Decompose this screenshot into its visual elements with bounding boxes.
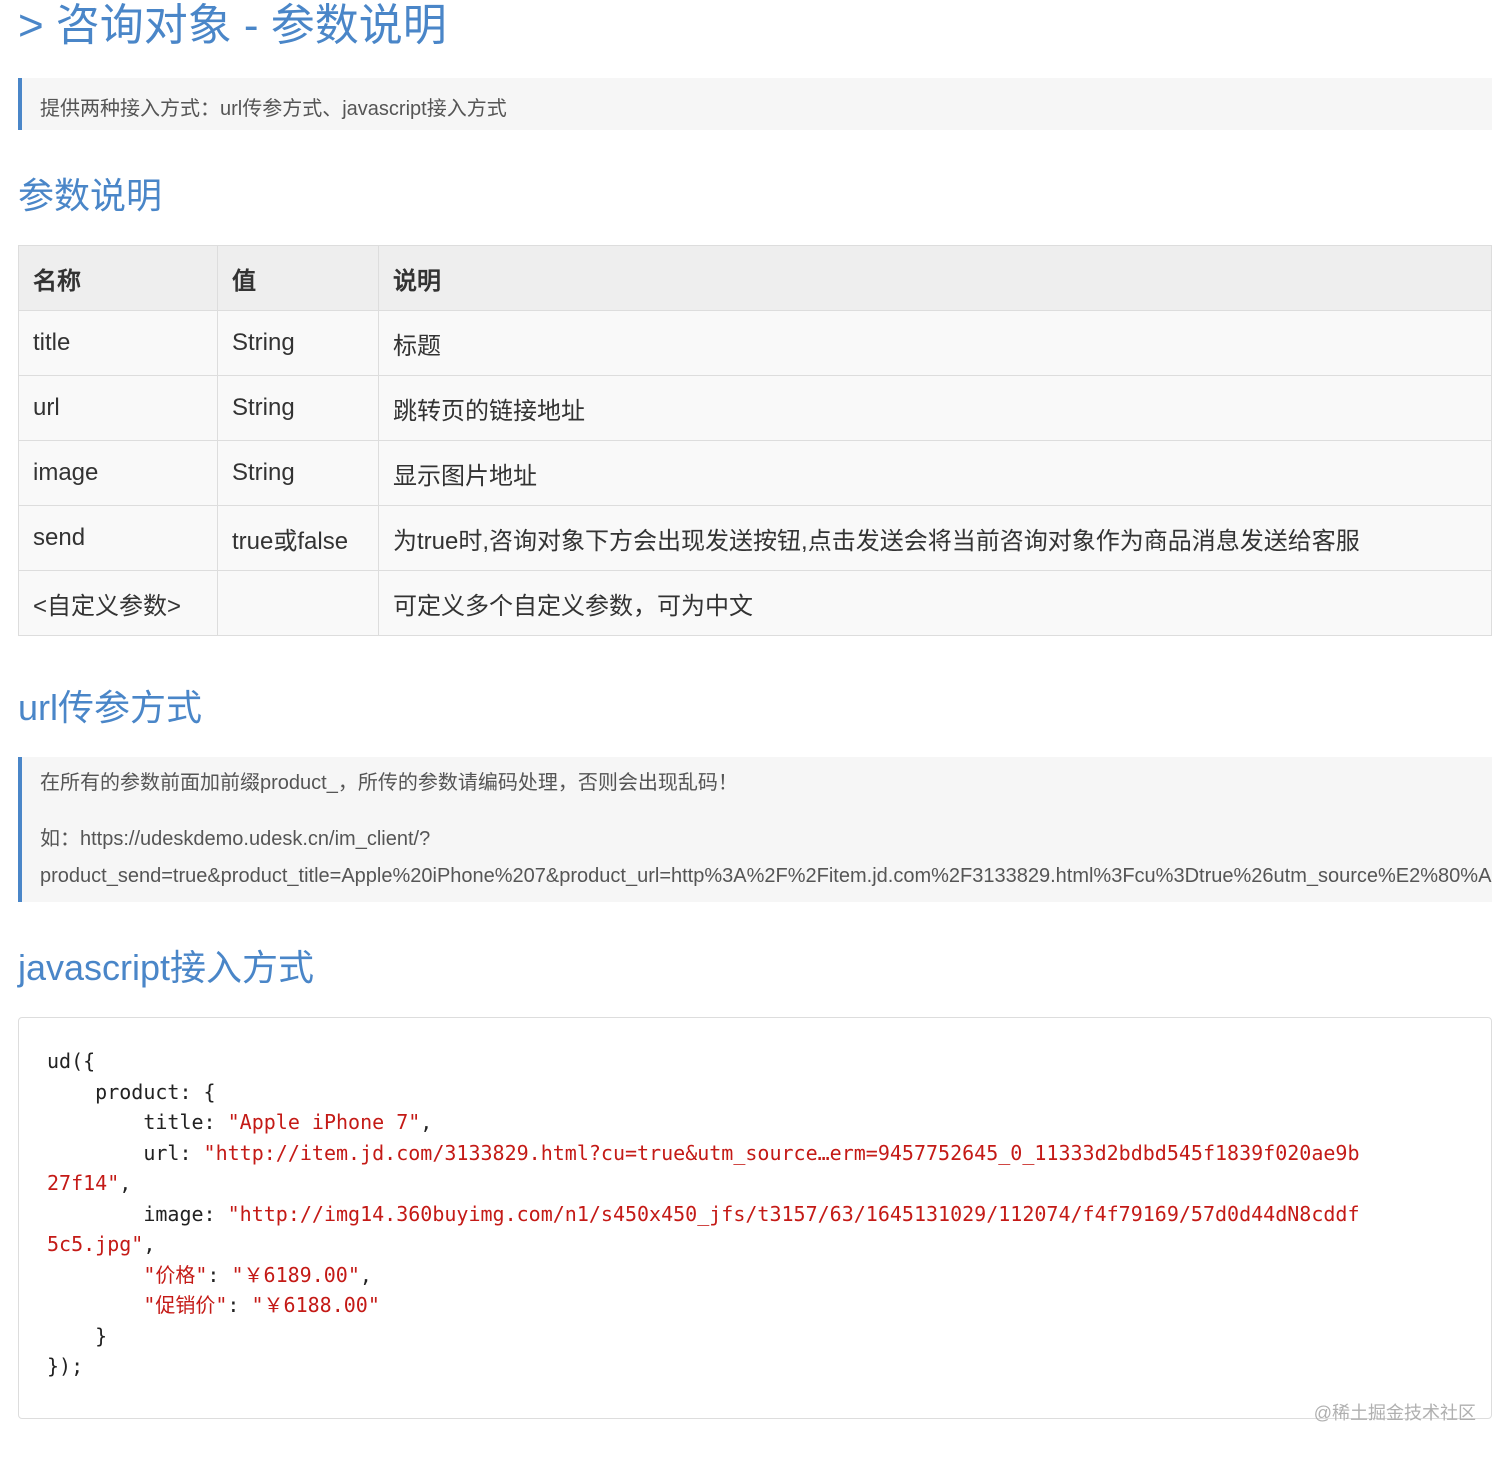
table-row: send true或false 为true时,咨询对象下方会出现发送按钮,点击发… xyxy=(18,505,1492,571)
example-label: 如： xyxy=(40,828,80,850)
intro-text: 提供两种接入方式：url传参方式、javascript接入方式 xyxy=(40,98,507,120)
code-block: ud({ product: { title: "Apple iPhone 7",… xyxy=(18,1017,1492,1419)
code-string-key: "促销价" xyxy=(143,1293,228,1317)
param-name: title xyxy=(18,310,218,376)
code-string: "http://item.jd.com/3133829.html?cu=true… xyxy=(203,1140,1360,1165)
code-string: 5c5.jpg" xyxy=(47,1232,144,1256)
title-arrow: > xyxy=(18,1,44,50)
param-desc: 标题 xyxy=(378,310,1492,376)
watermark: @稀土掘金技术社区 xyxy=(1313,1403,1476,1423)
param-value: String xyxy=(217,375,379,441)
code-line: product: { xyxy=(47,1079,216,1104)
table-row: url String 跳转页的链接地址 xyxy=(18,375,1492,441)
intro-blockquote: 提供两种接入方式：url传参方式、javascript接入方式 xyxy=(18,78,1492,130)
code-punct: , xyxy=(143,1232,156,1256)
param-desc: 显示图片地址 xyxy=(378,440,1492,506)
code-line: image: "http://img14.360buyimg.com/n1/s4… xyxy=(47,1199,1491,1230)
code-line: 5c5.jpg", xyxy=(47,1229,1491,1260)
url-example-line2: product_send=true&product_title=Apple%20… xyxy=(40,865,1492,887)
code-string: "￥6188.00" xyxy=(251,1293,380,1317)
example-url-part1: https://udeskdemo.udesk.cn/im_client/? xyxy=(80,828,431,850)
code-string: "￥6189.00" xyxy=(231,1262,360,1287)
table-header-row: 名称 值 说明 xyxy=(18,245,1492,311)
url-note: 在所有的参数前面加前缀product_，所传的参数请编码处理，否则会出现乱码！ xyxy=(40,772,738,794)
param-desc: 为true时,咨询对象下方会出现发送按钮,点击发送会将当前咨询对象作为商品消息发… xyxy=(378,505,1492,571)
table-row: image String 显示图片地址 xyxy=(18,440,1492,506)
code-string: 27f14" xyxy=(47,1171,120,1195)
param-name: url xyxy=(18,375,218,441)
column-header-name: 名称 xyxy=(18,245,218,311)
code-punct: : xyxy=(207,1262,232,1287)
column-header-value: 值 xyxy=(217,245,379,311)
param-value: true或false xyxy=(217,505,379,571)
code-line: }); xyxy=(47,1354,84,1378)
code-string: "http://img14.360buyimg.com/n1/s450x450_… xyxy=(227,1201,1360,1226)
code-line: } xyxy=(47,1323,108,1348)
code-line: ud({ xyxy=(47,1049,96,1073)
js-method-heading: javascript接入方式 xyxy=(18,947,315,988)
code-string-key: "价格" xyxy=(143,1262,208,1287)
code-punct: , xyxy=(420,1110,433,1134)
code-line: title: "Apple iPhone 7", xyxy=(47,1107,1491,1138)
url-blockquote: 在所有的参数前面加前缀product_，所传的参数请编码处理，否则会出现乱码！ … xyxy=(18,757,1492,902)
column-header-desc: 说明 xyxy=(378,245,1492,311)
code-line: url: "http://item.jd.com/3133829.html?cu… xyxy=(47,1138,1491,1169)
param-name: <自定义参数> xyxy=(18,570,218,636)
code-string: "Apple iPhone 7" xyxy=(227,1110,421,1134)
param-value xyxy=(217,570,379,636)
code-punct: : xyxy=(227,1293,252,1317)
table-row: <自定义参数> 可定义多个自定义参数，可为中文 xyxy=(18,570,1492,636)
code-punct: , xyxy=(359,1262,372,1287)
params-heading: 参数说明 xyxy=(18,175,163,216)
params-table: 名称 值 说明 title String 标题 url String 跳转页的链… xyxy=(18,245,1492,636)
param-value: String xyxy=(217,310,379,376)
param-desc: 跳转页的链接地址 xyxy=(378,375,1492,441)
code-line: 27f14", xyxy=(47,1168,1491,1199)
url-method-heading: url传参方式 xyxy=(18,687,203,728)
url-example-line1: 如：https://udeskdemo.udesk.cn/im_client/? xyxy=(40,825,1492,853)
param-desc: 可定义多个自定义参数，可为中文 xyxy=(378,570,1492,636)
param-name: image xyxy=(18,440,218,506)
page-title: > 咨询对象 - 参数说明 xyxy=(18,0,447,52)
code-line: "促销价": "￥6188.00" xyxy=(47,1290,1491,1321)
code-line: "价格": "￥6189.00", xyxy=(47,1260,1491,1291)
code-key: image: xyxy=(47,1201,228,1226)
code-key: title: xyxy=(47,1110,228,1134)
param-value: String xyxy=(217,440,379,506)
table-row: title String 标题 xyxy=(18,310,1492,376)
code-punct: , xyxy=(119,1171,132,1195)
title-text: 咨询对象 - 参数说明 xyxy=(55,1,447,50)
param-name: send xyxy=(18,505,218,571)
code-key: url: xyxy=(47,1140,204,1165)
